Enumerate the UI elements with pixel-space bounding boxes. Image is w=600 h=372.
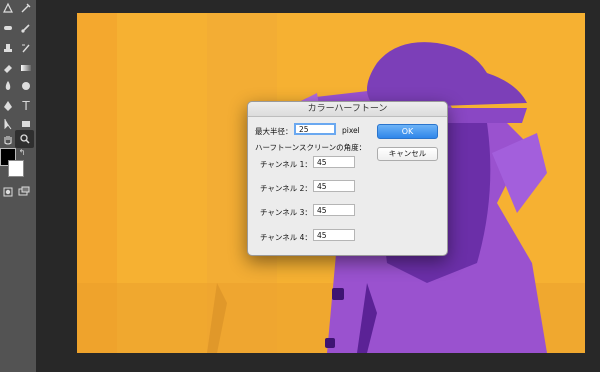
- max-radius-label: 最大半径：: [255, 127, 293, 136]
- max-radius-input[interactable]: 25: [294, 123, 336, 135]
- channel-3-label: チャンネル 3：: [260, 208, 312, 217]
- quick-mask-icon[interactable]: [0, 184, 16, 200]
- eyedropper-icon[interactable]: [18, 0, 34, 16]
- gradient-icon[interactable]: [18, 60, 34, 76]
- ok-button[interactable]: OK: [377, 124, 438, 139]
- channel-1-label: チャンネル 1：: [260, 160, 312, 169]
- brush-icon[interactable]: [18, 20, 34, 36]
- clone-stamp-icon[interactable]: [0, 40, 16, 56]
- eraser-icon[interactable]: [0, 60, 16, 76]
- channel-3-input[interactable]: 45: [313, 204, 355, 216]
- channel-4-label: チャンネル 4：: [260, 233, 312, 242]
- history-brush-icon[interactable]: [18, 40, 34, 56]
- tools-panel: T ↰: [0, 0, 37, 372]
- dodge-icon[interactable]: [18, 78, 34, 94]
- swap-colors-icon[interactable]: ↰: [17, 148, 27, 158]
- path-selection-icon[interactable]: [0, 116, 16, 132]
- zoom-icon[interactable]: [15, 130, 34, 148]
- cancel-button[interactable]: キャンセル: [377, 147, 438, 161]
- dialog-title: カラーハーフトーン: [248, 102, 447, 117]
- screen-angle-label: ハーフトーンスクリーンの角度：: [255, 143, 367, 152]
- color-halftone-dialog: カラーハーフトーン 最大半径： 25 pixel OK キャンセル ハーフトーン…: [247, 101, 448, 256]
- channel-4-input[interactable]: 45: [313, 229, 355, 241]
- unit-label: pixel: [342, 126, 360, 135]
- blur-icon[interactable]: [0, 78, 16, 94]
- background-color-swatch[interactable]: [8, 160, 24, 177]
- channel-1-input[interactable]: 45: [313, 156, 355, 168]
- hand-icon[interactable]: [0, 132, 16, 148]
- healing-brush-icon[interactable]: [0, 20, 16, 36]
- screen-mode-icon[interactable]: [16, 184, 32, 200]
- channel-2-input[interactable]: 45: [313, 180, 355, 192]
- channel-2-label: チャンネル 2：: [260, 184, 312, 193]
- move-icon[interactable]: [0, 0, 16, 16]
- type-icon[interactable]: T: [18, 98, 34, 114]
- pen-icon[interactable]: [0, 98, 16, 114]
